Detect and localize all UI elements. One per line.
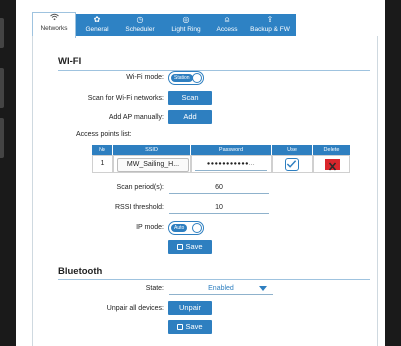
use-checkbox[interactable] [285, 158, 299, 171]
column-header-password: Password [191, 145, 271, 155]
wifi-mode-toggle[interactable]: Station [168, 71, 204, 85]
tab-networks[interactable]: Networks [32, 12, 76, 38]
light-ring-icon: ◎ [182, 15, 190, 24]
unpair-button[interactable]: Unpair [168, 301, 212, 315]
ssid-field[interactable]: MW_Sailing_H... [117, 158, 189, 172]
ap-row-number: 1 [92, 155, 113, 173]
device-bezel-right [385, 0, 401, 346]
chevron-down-icon [259, 286, 267, 291]
tab-general[interactable]: ✿ General [78, 14, 116, 36]
device-side-button [0, 68, 4, 108]
bluetooth-state-label: State: [145, 285, 164, 292]
tab-bar: Networks ✿ General ◷ Scheduler ◎ Light R… [32, 12, 296, 38]
toggle-knob [192, 223, 202, 233]
ip-mode-value: Auto [171, 224, 188, 232]
bluetooth-save-button[interactable]: Save [168, 320, 212, 334]
column-header-delete: Delete [313, 145, 350, 155]
wifi-save-button[interactable]: Save [168, 240, 212, 254]
tab-label: Access [216, 26, 238, 33]
ip-mode-toggle[interactable]: Auto [168, 221, 204, 235]
scan-period-label: Scan period(s): [116, 184, 164, 191]
ssid-cell: MW_Sailing_H... [113, 155, 191, 173]
rssi-threshold-label: RSSI threshold: [114, 204, 164, 211]
rssi-threshold-input[interactable]: 10 [169, 202, 269, 214]
device-side-button [0, 118, 4, 158]
delete-button[interactable] [325, 159, 340, 171]
bluetooth-state-value: Enabled [208, 285, 234, 292]
column-header-ssid: SSID [113, 145, 190, 155]
use-cell [272, 155, 313, 173]
wifi-section-title: WI-FI [58, 56, 82, 67]
add-ap-label: Add AP manually: [108, 114, 164, 121]
save-button-label: Save [185, 322, 203, 331]
section-divider [58, 279, 370, 280]
device-side-button [0, 18, 4, 48]
wifi-mode-value: Station [171, 74, 193, 82]
close-icon [328, 162, 337, 171]
unpair-devices-label: Unpair all devices: [106, 305, 164, 312]
tab-label: Networks [40, 25, 68, 32]
device-bezel-left [0, 0, 16, 346]
wifi-icon [33, 13, 75, 24]
scan-networks-label: Scan for Wi-Fi networks: [87, 95, 164, 102]
cloud-upload-icon: ⇪ [266, 15, 274, 24]
tab-label: General [85, 26, 109, 33]
tab-access[interactable]: ⍝ Access [210, 14, 244, 36]
tab-label: Backup & FW [250, 26, 290, 33]
tab-scheduler[interactable]: ◷ Scheduler [118, 14, 162, 36]
checkmark-icon [286, 160, 297, 168]
save-button-label: Save [185, 242, 203, 251]
ap-list-label: Access points list: [76, 131, 132, 138]
column-header-number: № [92, 145, 112, 155]
scan-button[interactable]: Scan [168, 91, 212, 105]
tab-label: Scheduler [125, 26, 155, 33]
column-header-use: Use [272, 145, 312, 155]
toggle-knob [192, 73, 202, 83]
bluetooth-section-title: Bluetooth [58, 266, 103, 277]
section-divider [58, 70, 370, 71]
ip-mode-label: IP mode: [136, 224, 164, 231]
alarm-clock-icon: ◷ [136, 15, 144, 24]
bluetooth-state-select[interactable]: Enabled [169, 283, 273, 295]
password-field[interactable]: ●●●●●●●●●●●... [195, 159, 267, 171]
delete-cell [313, 155, 350, 173]
scan-period-input[interactable]: 60 [169, 182, 269, 194]
wifi-mode-label: Wi-Fi mode: [126, 74, 164, 81]
gear-icon: ✿ [93, 15, 101, 24]
save-icon [177, 324, 184, 330]
user-icon: ⍝ [224, 15, 230, 24]
tab-label: Light Ring [171, 26, 201, 33]
password-cell: ●●●●●●●●●●●... [191, 155, 272, 173]
app-screen: Networks ✿ General ◷ Scheduler ◎ Light R… [16, 0, 385, 346]
add-ap-button[interactable]: Add [168, 110, 212, 124]
tab-light-ring[interactable]: ◎ Light Ring [163, 14, 209, 36]
save-icon [177, 244, 184, 250]
tab-backup-fw[interactable]: ⇪ Backup & FW [245, 14, 295, 36]
